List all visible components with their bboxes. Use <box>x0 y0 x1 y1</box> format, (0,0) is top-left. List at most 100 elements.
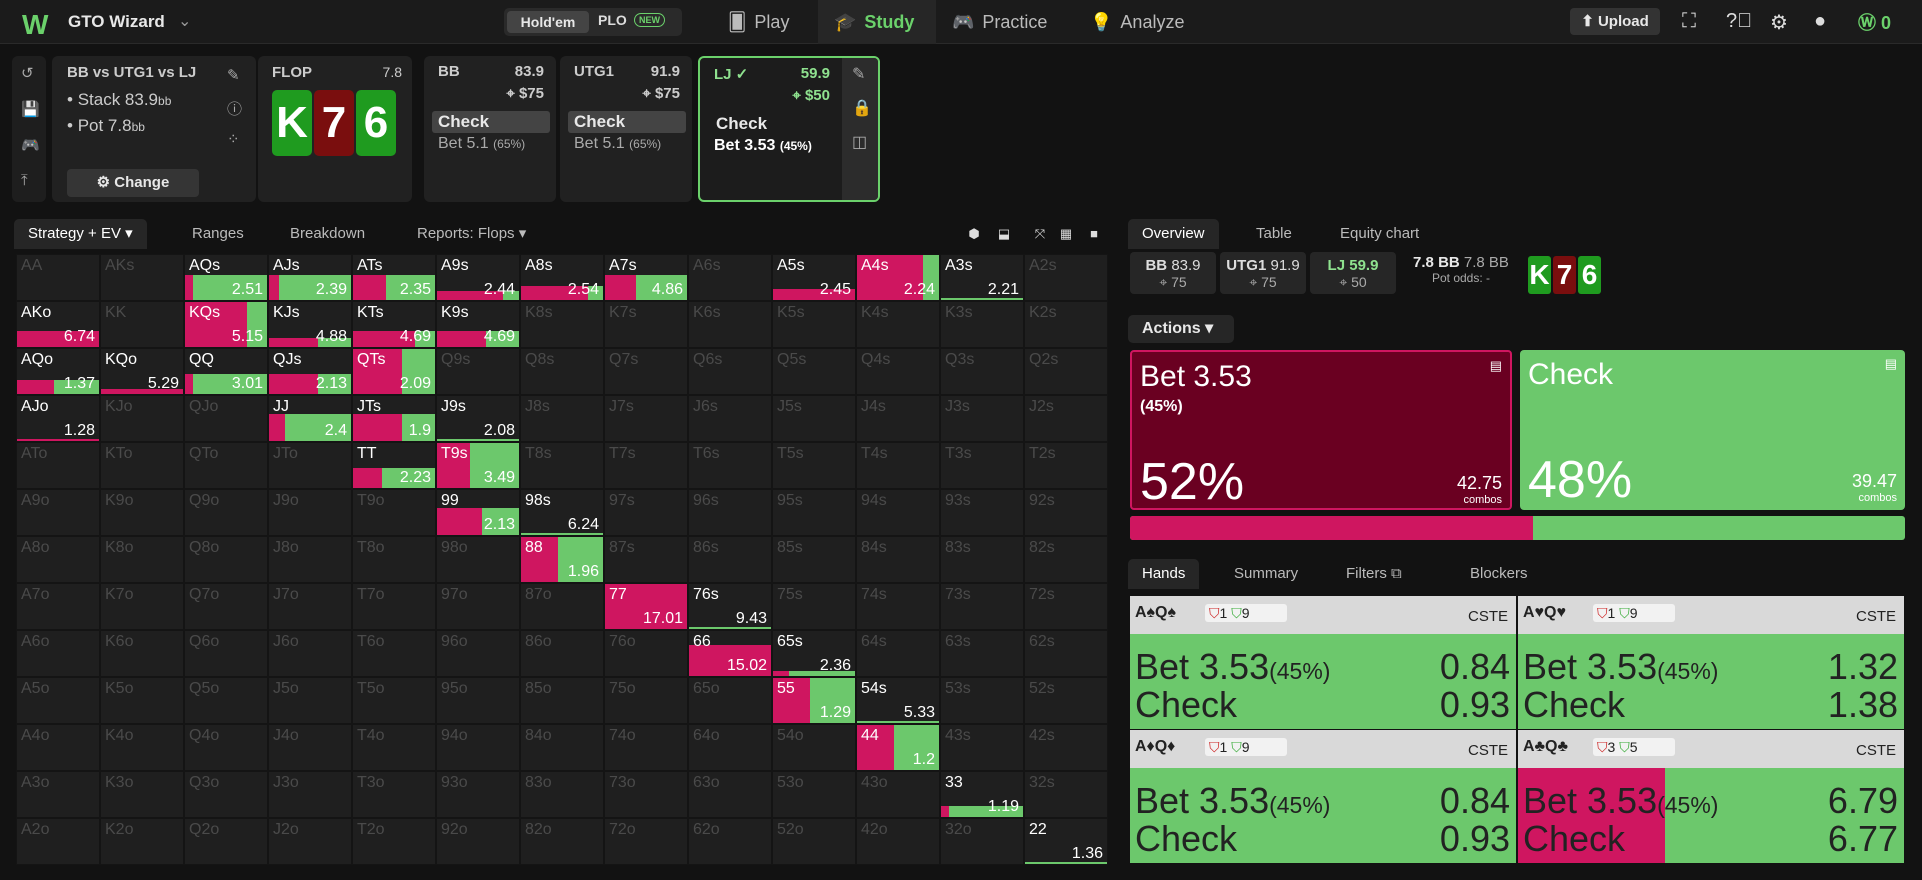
player-utg1[interactable]: UTG1 91.9 ⌖ 75 <box>1220 252 1306 294</box>
hand-cell-JJ[interactable]: JJ 2.4 <box>268 395 352 442</box>
hand-cell-K7s[interactable]: K7s <box>604 301 688 348</box>
hand-cell-54s[interactable]: 54s 5.33 <box>856 677 940 724</box>
hand-cell-T3o[interactable]: T3o <box>352 771 436 818</box>
details-icon[interactable]: ▤ <box>1490 358 1502 374</box>
account-icon[interactable]: ● <box>1814 10 1826 33</box>
hand-cell-77[interactable]: 77 17.01 <box>604 583 688 630</box>
hand-cell-J9o[interactable]: J9o <box>268 489 352 536</box>
hand-cell-AJo[interactable]: AJo 1.28 <box>16 395 100 442</box>
hand-cell-J9s[interactable]: J9s 2.08 <box>436 395 520 442</box>
cube-icon[interactable]: ⬢ <box>962 222 986 246</box>
lock-icon[interactable]: 🔒 <box>852 98 872 118</box>
hand-cell-A3o[interactable]: A3o <box>16 771 100 818</box>
hand-cell-66[interactable]: 66 15.02 <box>688 630 772 677</box>
pencil-icon[interactable]: ✎ <box>852 64 865 84</box>
hand-cell-55[interactable]: 55 1.29 <box>772 677 856 724</box>
hand-cell-T7o[interactable]: T7o <box>352 583 436 630</box>
hand-cell-A9o[interactable]: A9o <box>16 489 100 536</box>
hand-cell-K7o[interactable]: K7o <box>100 583 184 630</box>
hand-cell-K4s[interactable]: K4s <box>856 301 940 348</box>
hand-cell-32s[interactable]: 32s <box>1024 771 1108 818</box>
hand-cell-32o[interactable]: 32o <box>940 818 1024 865</box>
collapse-icon[interactable]: ⤒ <box>21 172 28 189</box>
hand-cell-K6s[interactable]: K6s <box>688 301 772 348</box>
hand-cell-AKo[interactable]: AKo 6.74 <box>16 301 100 348</box>
hand-cell-K9o[interactable]: K9o <box>100 489 184 536</box>
hand-cell-Q8s[interactable]: Q8s <box>520 348 604 395</box>
hand-cell-AQs[interactable]: AQs 2.51 <box>184 254 268 301</box>
hand-cell-A7s[interactable]: A7s 4.86 <box>604 254 688 301</box>
position-lj[interactable]: LJ ✓ 59.9 ⌖ $50 Check Bet 3.53 (45%) ✎ 🔒… <box>698 56 880 202</box>
check-action-card[interactable]: Check 48% 39.47 combos ▤ <box>1520 350 1905 510</box>
reset-icon[interactable]: ↺ <box>21 64 34 82</box>
hand-cell-J7o[interactable]: J7o <box>268 583 352 630</box>
hand-cell-95s[interactable]: 95s <box>772 489 856 536</box>
hand-cell-43o[interactable]: 43o <box>856 771 940 818</box>
tab-blockers[interactable]: Blockers <box>1470 559 1528 589</box>
save-icon[interactable]: 💾 <box>21 100 40 118</box>
action-check[interactable]: Check <box>432 111 550 133</box>
hand-cell-Q6o[interactable]: Q6o <box>184 630 268 677</box>
hand-cell-52s[interactable]: 52s <box>1024 677 1108 724</box>
pencil-icon[interactable]: ✎ <box>227 66 240 84</box>
hand-cell-A6o[interactable]: A6o <box>16 630 100 677</box>
hand-cell-Q6s[interactable]: Q6s <box>688 348 772 395</box>
hand-cell-K3o[interactable]: K3o <box>100 771 184 818</box>
hand-cell-94o[interactable]: 94o <box>436 724 520 771</box>
player-lj[interactable]: LJ 59.9 ⌖ 50 <box>1310 252 1396 294</box>
hand-cell-72s[interactable]: 72s <box>1024 583 1108 630</box>
hand-cell-QQ[interactable]: QQ 3.01 <box>184 348 268 395</box>
hand-cell-95o[interactable]: 95o <box>436 677 520 724</box>
hand-cell-K8o[interactable]: K8o <box>100 536 184 583</box>
hand-cell-75s[interactable]: 75s <box>772 583 856 630</box>
hand-cell-64s[interactable]: 64s <box>856 630 940 677</box>
nav-play[interactable]: 🂠 Play <box>728 0 818 44</box>
hand-cell-83s[interactable]: 83s <box>940 536 1024 583</box>
hand-cell-J4s[interactable]: J4s <box>856 395 940 442</box>
hand-cell-T9o[interactable]: T9o <box>352 489 436 536</box>
hand-cell-J2o[interactable]: J2o <box>268 818 352 865</box>
hand-cell-A3s[interactable]: A3s 2.21 <box>940 254 1024 301</box>
chevron-down-icon[interactable]: ⌄ <box>178 11 191 31</box>
hand-cell-T5o[interactable]: T5o <box>352 677 436 724</box>
hand-cell-96o[interactable]: 96o <box>436 630 520 677</box>
split-view-icon[interactable]: ⬓ <box>992 222 1016 246</box>
hand-cell-KJo[interactable]: KJo <box>100 395 184 442</box>
hand-cell-Q7s[interactable]: Q7s <box>604 348 688 395</box>
action-bet[interactable]: Bet 3.53 (45%) <box>714 137 812 155</box>
hand-cell-65s[interactable]: 65s 2.36 <box>772 630 856 677</box>
hand-cell-T9s[interactable]: T9s 3.49 <box>436 442 520 489</box>
hand-cell-T8s[interactable]: T8s <box>520 442 604 489</box>
nav-analyze[interactable]: 💡 Analyze <box>1090 0 1200 44</box>
hand-cell-Q2o[interactable]: Q2o <box>184 818 268 865</box>
logo[interactable]: W <box>22 9 48 41</box>
hand-cell-J2s[interactable]: J2s <box>1024 395 1108 442</box>
hand-cell-KTo[interactable]: KTo <box>100 442 184 489</box>
hand-cell-Q4s[interactable]: Q4s <box>856 348 940 395</box>
hand-cell-AKs[interactable]: AKs <box>100 254 184 301</box>
hand-cell-Q3s[interactable]: Q3s <box>940 348 1024 395</box>
tab-breakdown[interactable]: Breakdown <box>290 219 365 249</box>
hand-cell-65o[interactable]: 65o <box>688 677 772 724</box>
hand-cell-T2s[interactable]: T2s <box>1024 442 1108 489</box>
hand-cell-ATo[interactable]: ATo <box>16 442 100 489</box>
action-bet[interactable]: Bet 5.1 (65%) <box>438 135 525 153</box>
hand-cell-64o[interactable]: 64o <box>688 724 772 771</box>
hand-cell-53s[interactable]: 53s <box>940 677 1024 724</box>
square-icon[interactable]: ■ <box>1082 222 1106 246</box>
change-button[interactable]: ⚙ Change <box>67 169 199 197</box>
hand-cell-J3s[interactable]: J3s <box>940 395 1024 442</box>
hand-cell-86o[interactable]: 86o <box>520 630 604 677</box>
hand-cell-T4o[interactable]: T4o <box>352 724 436 771</box>
hand-cell-K2s[interactable]: K2s <box>1024 301 1108 348</box>
hand-cell-K3s[interactable]: K3s <box>940 301 1024 348</box>
hand-cell-63s[interactable]: 63s <box>940 630 1024 677</box>
hand-cell-72o[interactable]: 72o <box>604 818 688 865</box>
tab-reports-flops[interactable]: Reports: Flops ▾ <box>417 219 526 249</box>
upload-button[interactable]: ⬆ Upload <box>1570 8 1660 35</box>
help-icon[interactable]: ?⃝ <box>1726 10 1752 33</box>
hand-card[interactable]: A♣Q♣ ⛉3 ⛉5 CSTE Bet 3.53(45%) 6.79 Check 6.77 <box>1518 730 1904 863</box>
hand-cell-T5s[interactable]: T5s <box>772 442 856 489</box>
hand-cell-73o[interactable]: 73o <box>604 771 688 818</box>
hand-cell-KQo[interactable]: KQo 5.29 <box>100 348 184 395</box>
